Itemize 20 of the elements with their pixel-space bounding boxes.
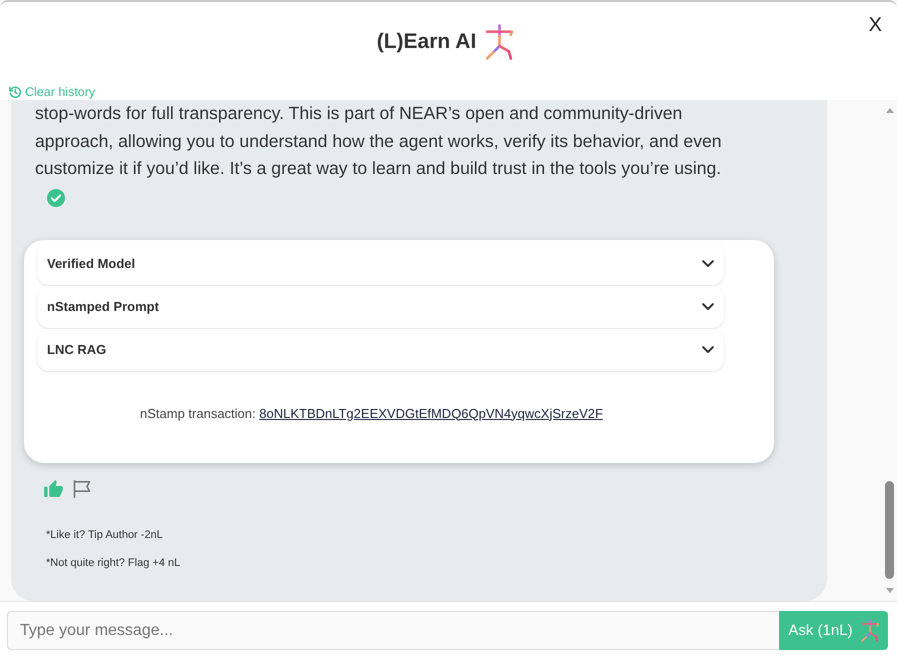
scroll-up-icon[interactable]	[886, 108, 894, 113]
footnote-text: *Like it? Tip Author -2nL	[46, 528, 163, 542]
footnote-text: *Not quite right? Flag +4 nL	[46, 556, 180, 570]
app-title: (L)Earn AI	[376, 29, 476, 55]
scroll-down-icon[interactable]	[886, 588, 894, 593]
flag-icon[interactable]	[73, 480, 91, 498]
transaction-link[interactable]: 8oNLKTBDnLTg2EEXVDGtEfMDQ6QpVN4yqwcXjSrzeV2F	[259, 406, 603, 420]
check-circle-icon	[47, 188, 65, 206]
scrollbar-thumb[interactable]	[885, 481, 894, 579]
accordion-header[interactable]: nStamped Prompt	[37, 286, 724, 328]
history-icon	[9, 86, 21, 98]
stick-figure-icon	[860, 619, 879, 642]
stick-figure-icon	[485, 24, 514, 60]
accordion-header[interactable]: Verified Model	[37, 242, 724, 284]
accordion-header[interactable]: LNC RAG	[37, 328, 724, 370]
message-input[interactable]: Type your message...	[7, 611, 779, 650]
message-text: stop-words for full transparency. This is part of NEAR’s open and community-driven approach, allowing you to understand how the agent works, verify its behavior, and even customize it if you’d like. It’s a great way to learn and build trust in the tools you’re using.	[35, 102, 723, 180]
close-button[interactable]: X	[868, 13, 882, 37]
thumbs-up-icon[interactable]	[44, 480, 63, 497]
transaction-text: nStamp transaction: 8oNLKTBDnLTg2EEXVDGtEfMDQ6QpVN4yqwcXjSrzeV2F	[140, 404, 603, 422]
